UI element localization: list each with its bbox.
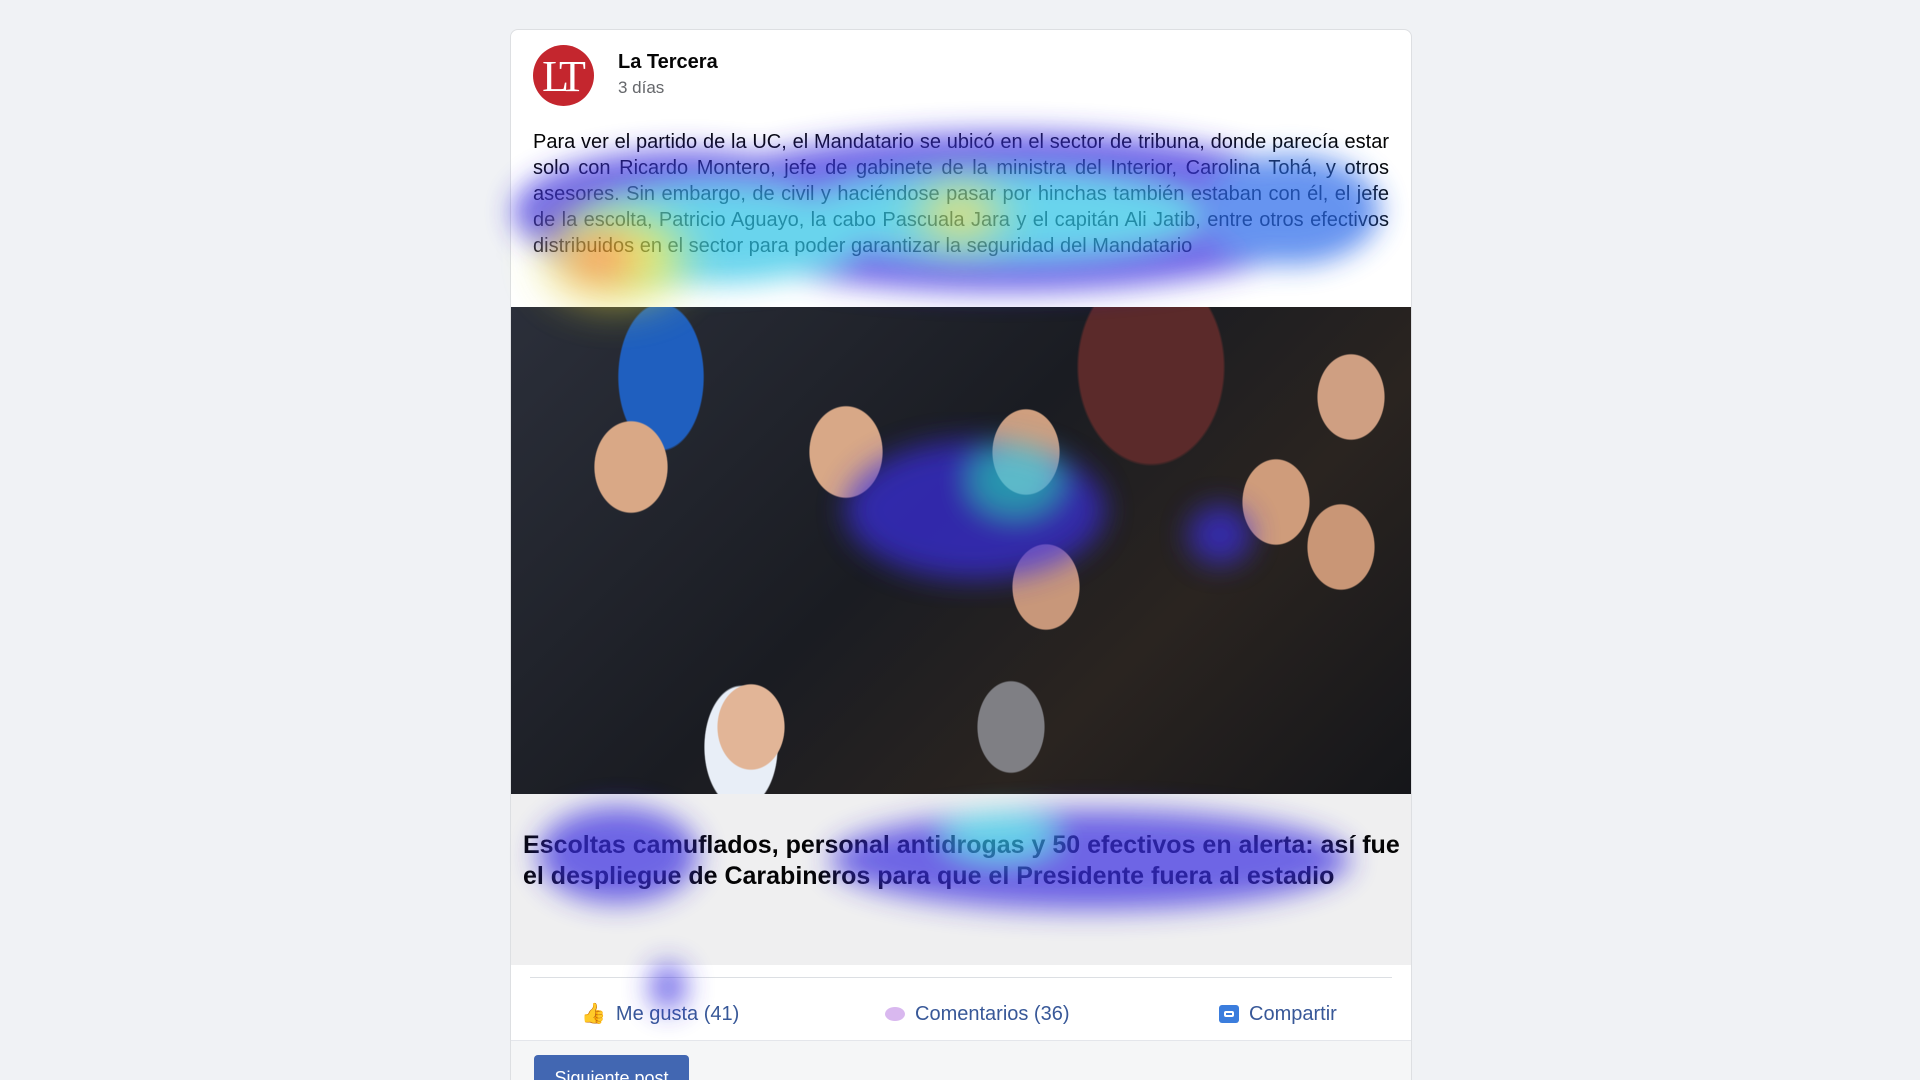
share-button[interactable]: Compartir bbox=[1219, 990, 1337, 1038]
action-bar: 👍 Me gusta (41) Comentarios (36) Compart… bbox=[511, 990, 1411, 1038]
article-headline[interactable]: Escoltas camuflados, personal antidrogas… bbox=[523, 830, 1403, 892]
thumbs-up-icon: 👍 bbox=[581, 1003, 606, 1025]
share-icon bbox=[1219, 1005, 1239, 1023]
source-name[interactable]: La Tercera bbox=[618, 51, 718, 74]
comment-label: Comentarios (36) bbox=[915, 1002, 1070, 1025]
speech-bubble-icon bbox=[885, 1007, 905, 1021]
like-label: Me gusta (41) bbox=[615, 1002, 740, 1025]
avatar-logo-text: LT bbox=[542, 51, 586, 101]
post-card: LT La Tercera 3 días Para ver el partido… bbox=[510, 29, 1412, 1080]
share-label: Compartir bbox=[1249, 1002, 1337, 1025]
link-preview[interactable]: Escoltas camuflados, personal antidrogas… bbox=[511, 794, 1411, 965]
next-post-button[interactable]: Siguiente post bbox=[534, 1055, 689, 1080]
post-header: LT La Tercera 3 días bbox=[533, 45, 1133, 107]
source-avatar[interactable]: LT bbox=[533, 45, 594, 106]
page: LT La Tercera 3 días Para ver el partido… bbox=[0, 0, 1920, 1080]
post-image[interactable] bbox=[511, 307, 1411, 794]
post-timestamp[interactable]: 3 días bbox=[618, 78, 664, 98]
like-button[interactable]: 👍 Me gusta (41) bbox=[581, 990, 739, 1038]
post-body-text: Para ver el partido de la UC, el Mandata… bbox=[533, 131, 1389, 257]
comment-button[interactable]: Comentarios (36) bbox=[885, 990, 1070, 1038]
actions-divider bbox=[530, 977, 1392, 978]
